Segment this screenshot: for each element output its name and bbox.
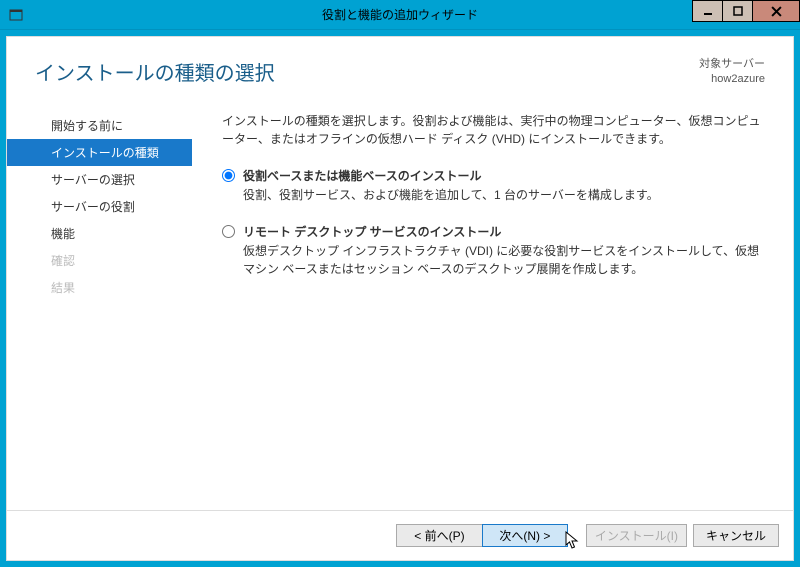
nav-features[interactable]: 機能 (7, 220, 192, 247)
main: インストールの種類を選択します。役割および機能は、実行中の物理コンピューター、仮… (192, 102, 793, 510)
option-rds-body: リモート デスクトップ サービスのインストール 仮想デスクトップ インフラストラ… (243, 223, 765, 279)
option-role-based[interactable]: 役割ベースまたは機能ベースのインストール 役割、役割サービス、および機能を追加し… (222, 167, 765, 205)
nav-server-roles[interactable]: サーバーの役割 (7, 193, 192, 220)
content: インストールの種類の選択 対象サーバー how2azure 開始する前に インス… (6, 36, 794, 561)
nav-button-group: < 前へ(P) 次へ(N) > (396, 524, 568, 547)
option-role-based-desc: 役割、役割サービス、および機能を追加して、1 台のサーバーを構成します。 (243, 186, 765, 205)
window-controls (693, 0, 800, 22)
radio-rds[interactable] (222, 225, 235, 238)
footer: < 前へ(P) 次へ(N) > インストール(I) キャンセル (7, 510, 793, 560)
titlebar: 役割と機能の追加ウィザード (0, 0, 800, 30)
page-title: インストールの種類の選択 (35, 57, 275, 86)
nav-server-selection[interactable]: サーバーの選択 (7, 166, 192, 193)
header: インストールの種類の選択 対象サーバー how2azure (7, 37, 793, 102)
wizard-window: 役割と機能の追加ウィザード インストールの種類の選択 対象サーバー how2az… (0, 0, 800, 567)
next-button[interactable]: 次へ(N) > (482, 524, 568, 547)
nav-confirmation: 確認 (7, 247, 192, 274)
install-button: インストール(I) (586, 524, 687, 547)
window-title: 役割と機能の追加ウィザード (0, 6, 800, 23)
intro-text: インストールの種類を選択します。役割および機能は、実行中の物理コンピューター、仮… (222, 112, 765, 149)
nav-before-you-begin[interactable]: 開始する前に (7, 112, 192, 139)
body: 開始する前に インストールの種類 サーバーの選択 サーバーの役割 機能 確認 結… (7, 102, 793, 510)
option-rds[interactable]: リモート デスクトップ サービスのインストール 仮想デスクトップ インフラストラ… (222, 223, 765, 279)
option-role-based-title: 役割ベースまたは機能ベースのインストール (243, 167, 765, 184)
option-rds-title: リモート デスクトップ サービスのインストール (243, 223, 765, 240)
minimize-button[interactable] (692, 0, 723, 22)
cancel-button[interactable]: キャンセル (693, 524, 779, 547)
sidebar: 開始する前に インストールの種類 サーバーの選択 サーバーの役割 機能 確認 結… (7, 102, 192, 510)
radio-role-based[interactable] (222, 169, 235, 182)
target-server-label: 対象サーバー (699, 57, 765, 72)
option-role-based-body: 役割ベースまたは機能ベースのインストール 役割、役割サービス、および機能を追加し… (243, 167, 765, 205)
target-server: 対象サーバー how2azure (699, 57, 765, 88)
close-button[interactable] (752, 0, 800, 22)
nav-results: 結果 (7, 274, 192, 301)
option-rds-desc: 仮想デスクトップ インフラストラクチャ (VDI) に必要な役割サービスをインス… (243, 242, 765, 279)
maximize-button[interactable] (722, 0, 753, 22)
content-outer: インストールの種類の選択 対象サーバー how2azure 開始する前に インス… (0, 30, 800, 567)
nav-installation-type[interactable]: インストールの種類 (7, 139, 192, 166)
prev-button[interactable]: < 前へ(P) (396, 524, 482, 547)
app-icon (8, 7, 24, 23)
target-server-value: how2azure (699, 72, 765, 87)
